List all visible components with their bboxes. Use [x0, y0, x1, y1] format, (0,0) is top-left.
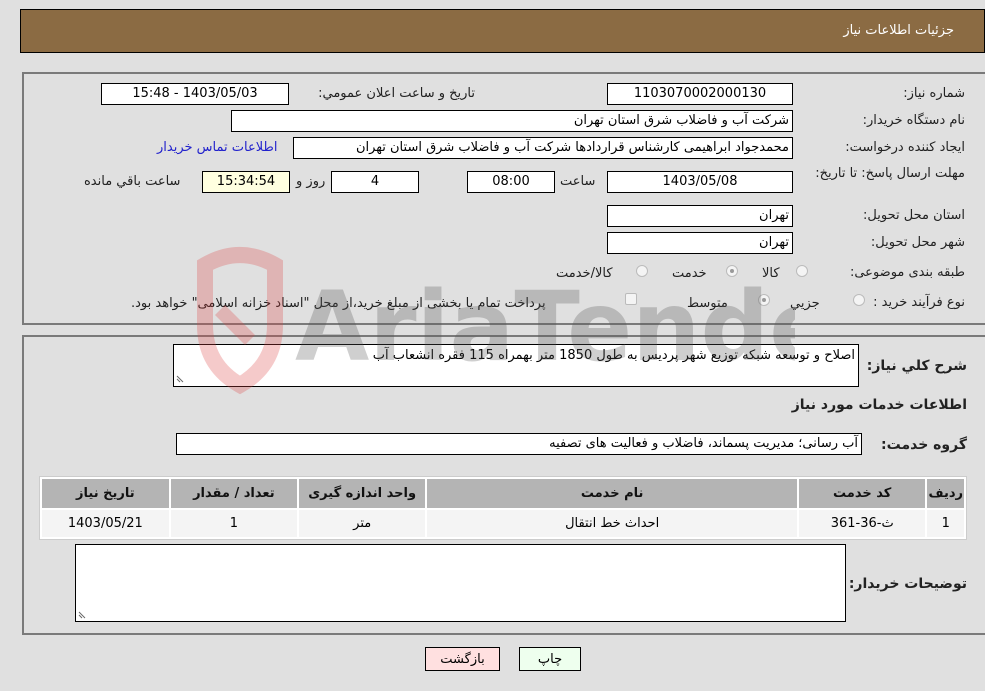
radio-minor-label: جزيي [790, 296, 820, 311]
time-remaining-label: ساعت باقي مانده [84, 174, 181, 189]
time-remaining-field: 15:34:54 [202, 171, 290, 193]
deadline-time-label: ساعت [560, 174, 596, 189]
services-table: ردیف کد خدمت نام خدمت واحد اندازه گیری ت… [39, 476, 967, 540]
deadline-label: مهلت ارسال پاسخ: تا تاریخ: [815, 166, 965, 181]
table-row: 1 ث-36-361 احداث خط انتقال متر 1 1403/05… [42, 510, 964, 537]
col-header-unit: واحد اندازه گیری [299, 479, 426, 508]
cell-service-name: احداث خط انتقال [427, 510, 797, 537]
page-title: جزئیات اطلاعات نیاز [843, 23, 954, 38]
radio-goods[interactable] [796, 265, 808, 277]
description-field: اصلاح و توسعه شبکه توزیع شهر پردیس به طو… [173, 344, 859, 387]
col-header-quantity: تعداد / مقدار [170, 479, 297, 508]
requester-field: محمدجواد ابراهیمی کارشناس قراردادها شرکت… [293, 137, 793, 159]
service-group-label: گروه خدمت: [881, 437, 967, 453]
cell-quantity: 1 [170, 510, 297, 537]
col-header-row-no: ردیف [927, 479, 964, 508]
cell-need-date: 1403/05/21 [42, 510, 169, 537]
buyer-notes-label: توضیحات خریدار: [848, 576, 967, 592]
need-number-label: شماره نیاز: [903, 86, 965, 101]
days-remaining-field: 4 [331, 171, 419, 193]
subject-category-label: طبقه بندی موضوعی: [849, 265, 965, 280]
resize-grip-icon[interactable] [176, 375, 184, 383]
col-header-service-code: کد خدمت [798, 479, 926, 508]
page-header: جزئیات اطلاعات نیاز [20, 9, 985, 53]
description-label: شرح کلي نیاز: [866, 358, 967, 374]
col-header-need-date: تاریخ نیاز [42, 479, 169, 508]
delivery-city-label: شهر محل تحویل: [870, 235, 965, 250]
table-header-row: ردیف کد خدمت نام خدمت واحد اندازه گیری ت… [42, 479, 964, 508]
radio-service-label: خدمت [672, 266, 707, 281]
need-number-field: 1103070002000130 [607, 83, 793, 105]
radio-goods-label: کالا [762, 266, 780, 281]
requester-label: ایجاد کننده درخواست: [845, 140, 965, 155]
back-button[interactable]: بازگشت [425, 647, 500, 671]
radio-minor[interactable] [853, 294, 865, 306]
cell-row-no: 1 [927, 510, 964, 537]
radio-medium[interactable] [758, 294, 770, 306]
delivery-province-field: تهران [607, 205, 793, 227]
buyer-org-label: نام دستگاه خریدار: [862, 113, 965, 128]
deadline-time-field: 08:00 [467, 171, 555, 193]
deadline-date-field: 1403/05/08 [607, 171, 793, 193]
announce-datetime-label: تاریخ و ساعت اعلان عمومي: [318, 86, 475, 101]
cell-unit: متر [299, 510, 426, 537]
buyer-contact-link[interactable]: اطلاعات تماس خریدار [157, 140, 277, 155]
treasury-checkbox-label: پرداخت تمام یا بخشی از مبلغ خرید،از محل … [131, 296, 546, 311]
col-header-service-name: نام خدمت [427, 479, 797, 508]
treasury-checkbox[interactable] [625, 293, 637, 305]
purchase-process-label: نوع فرآیند خرید : [873, 295, 965, 310]
days-label: روز و [296, 174, 326, 189]
buyer-org-field: شرکت آب و فاضلاب شرق استان تهران [231, 110, 793, 132]
announce-datetime-field: 1403/05/03 - 15:48 [101, 83, 289, 105]
delivery-city-field: تهران [607, 232, 793, 254]
cell-service-code: ث-36-361 [798, 510, 926, 537]
print-button[interactable]: چاپ [519, 647, 581, 671]
radio-medium-label: متوسط [687, 296, 728, 311]
description-text: اصلاح و توسعه شبکه توزیع شهر پردیس به طو… [372, 348, 855, 363]
buyer-notes-field[interactable] [75, 544, 846, 622]
service-group-field: آب رسانی؛ مدیریت پسماند، فاضلاب و فعالیت… [176, 433, 862, 455]
delivery-province-label: استان محل تحویل: [863, 208, 965, 223]
radio-service[interactable] [726, 265, 738, 277]
radio-goods-service[interactable] [636, 265, 648, 277]
services-heading: اطلاعات خدمات مورد نیاز [791, 397, 967, 413]
radio-goods-service-label: کالا/خدمت [556, 266, 613, 281]
resize-grip-icon[interactable] [78, 611, 86, 619]
